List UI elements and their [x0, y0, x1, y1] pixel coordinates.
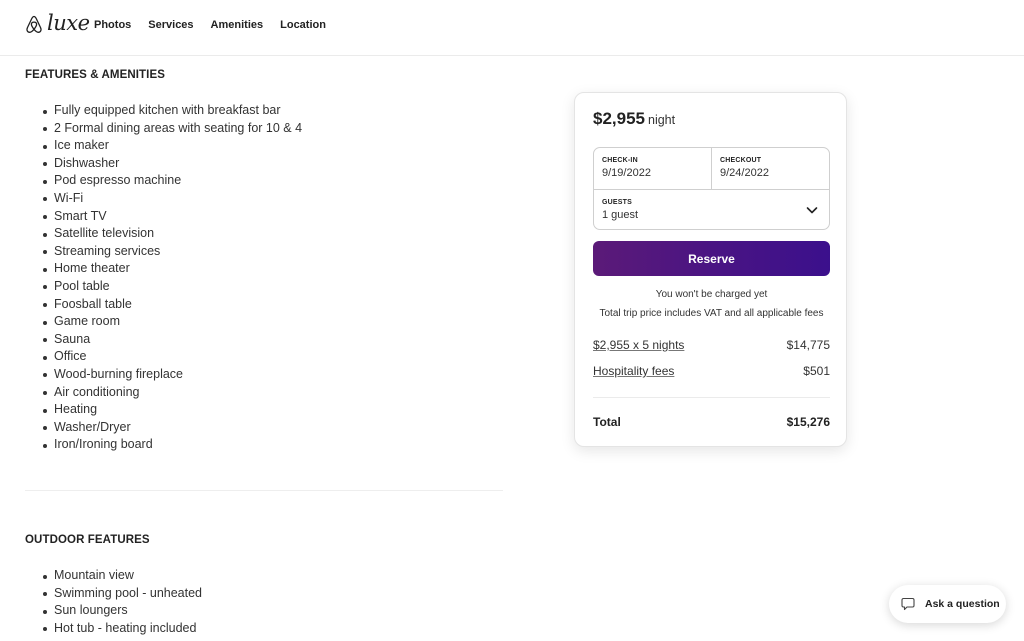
nav-link-services[interactable]: Services — [148, 19, 193, 31]
list-item: Heating — [41, 401, 302, 419]
nav-link-photos[interactable]: Photos — [94, 19, 131, 31]
nightly-price: $2,955 night — [593, 109, 675, 129]
list-item: Pool table — [41, 278, 302, 296]
features-list: Fully equipped kitchen with breakfast ba… — [41, 102, 302, 454]
price-unit: night — [648, 113, 676, 127]
list-item: Ice maker — [41, 137, 302, 155]
ask-question-button[interactable]: Ask a question — [889, 585, 1006, 623]
checkout-label: CHECKOUT — [720, 157, 762, 164]
list-item: Streaming services — [41, 243, 302, 261]
nav-link-amenities[interactable]: Amenities — [211, 19, 264, 31]
section-divider — [25, 490, 503, 491]
airbnb-logo-icon — [26, 15, 42, 33]
list-item: Swimming pool - unheated — [41, 585, 202, 603]
nav-link-location[interactable]: Location — [280, 19, 326, 31]
list-item: Pod espresso machine — [41, 172, 302, 190]
total-amount: $15,276 — [786, 415, 830, 429]
chat-bubble-icon — [901, 597, 915, 611]
list-item: Game room — [41, 313, 302, 331]
list-item: Home theater — [41, 260, 302, 278]
reserve-button[interactable]: Reserve — [593, 241, 830, 276]
list-item: Wood-burning fireplace — [41, 366, 302, 384]
guests-dropdown[interactable]: GUESTS 1 guest — [594, 189, 829, 230]
hospitality-fees-label[interactable]: Hospitality fees — [593, 364, 674, 378]
list-item: Iron/Ironing board — [41, 436, 302, 454]
list-item: Hot tub - heating included — [41, 620, 202, 638]
nightly-total-row: $2,955 x 5 nights $14,775 — [593, 338, 830, 352]
section-nav: Photos Services Amenities Location — [94, 19, 326, 31]
list-item: Dishwasher — [41, 155, 302, 173]
checkout-field[interactable]: CHECKOUT 9/24/2022 — [712, 148, 830, 189]
checkin-value: 9/19/2022 — [602, 167, 651, 179]
outdoor-features-list: Mountain view Swimming pool - unheated S… — [41, 567, 202, 637]
chevron-down-icon — [806, 207, 818, 214]
booking-card: $2,955 night CHECK-IN 9/19/2022 CHECKOUT… — [574, 92, 847, 447]
checkin-field[interactable]: CHECK-IN 9/19/2022 — [594, 148, 712, 189]
date-guest-picker: CHECK-IN 9/19/2022 CHECKOUT 9/24/2022 GU… — [593, 147, 830, 230]
list-item: Mountain view — [41, 567, 202, 585]
guests-value: 1 guest — [602, 209, 639, 221]
list-item: Satellite television — [41, 225, 302, 243]
outdoor-features-heading: OUTDOOR FEATURES — [25, 534, 150, 546]
list-item: Wi-Fi — [41, 190, 302, 208]
logo-text: luxe — [47, 11, 90, 35]
list-item: Foosball table — [41, 296, 302, 314]
list-item: Washer/Dryer — [41, 419, 302, 437]
guests-label: GUESTS — [602, 199, 632, 206]
list-item: Air conditioning — [41, 384, 302, 402]
total-label: Total — [593, 415, 621, 429]
card-divider — [593, 397, 830, 398]
list-item: Smart TV — [41, 208, 302, 226]
checkin-label: CHECK-IN — [602, 157, 638, 164]
price-amount: $2,955 — [593, 109, 645, 128]
checkout-value: 9/24/2022 — [720, 167, 769, 179]
not-charged-note: You won't be charged yet — [655, 289, 768, 300]
list-item: 2 Formal dining areas with seating for 1… — [41, 120, 302, 138]
hospitality-fees-row: Hospitality fees $501 — [593, 364, 830, 378]
airbnb-luxe-logo[interactable]: luxe — [25, 13, 90, 34]
nightly-total-amount: $14,775 — [786, 338, 830, 352]
features-amenities-heading: FEATURES & AMENITIES — [25, 69, 166, 81]
list-item: Office — [41, 348, 302, 366]
list-item: Sun loungers — [41, 602, 202, 620]
hospitality-fees-amount: $501 — [803, 364, 830, 378]
vat-note: Total trip price includes VAT and all ap… — [599, 308, 824, 319]
total-row: Total $15,276 — [593, 415, 830, 429]
nightly-total-label[interactable]: $2,955 x 5 nights — [593, 338, 684, 352]
list-item: Fully equipped kitchen with breakfast ba… — [41, 102, 302, 120]
ask-question-label: Ask a question — [925, 598, 1000, 610]
list-item: Sauna — [41, 331, 302, 349]
top-navigation: luxe Photos Services Amenities Location — [0, 0, 1024, 56]
